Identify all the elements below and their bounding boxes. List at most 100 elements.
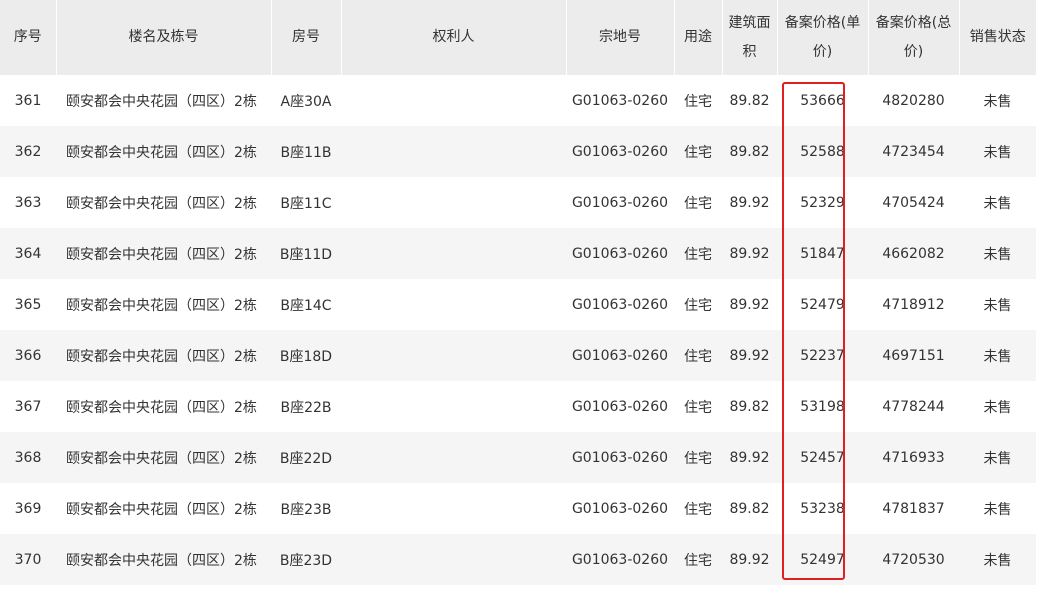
cell-unit-price: 52479 bbox=[777, 279, 868, 330]
cell-unit-price: 52497 bbox=[777, 534, 868, 585]
cell-building: 颐安都会中央花园（四区）2栋 bbox=[56, 228, 271, 279]
cell-index: 367 bbox=[0, 381, 56, 432]
cell-area: 89.82 bbox=[722, 483, 777, 534]
cell-room: B座23D bbox=[271, 534, 341, 585]
cell-usage: 住宅 bbox=[674, 177, 722, 228]
cell-area: 89.82 bbox=[722, 75, 777, 126]
cell-parcel: G01063-0260 bbox=[566, 330, 674, 381]
cell-area: 89.92 bbox=[722, 177, 777, 228]
cell-index: 362 bbox=[0, 126, 56, 177]
cell-room: B座22D bbox=[271, 432, 341, 483]
cell-total-price: 4720530 bbox=[868, 534, 959, 585]
cell-total-price: 4778244 bbox=[868, 381, 959, 432]
cell-usage: 住宅 bbox=[674, 75, 722, 126]
cell-unit-price: 53666 bbox=[777, 75, 868, 126]
cell-owner bbox=[341, 483, 566, 534]
cell-status: 未售 bbox=[959, 177, 1036, 228]
table-row: 368 颐安都会中央花园（四区）2栋 B座22D G01063-0260 住宅 … bbox=[0, 432, 1036, 483]
cell-building: 颐安都会中央花园（四区）2栋 bbox=[56, 75, 271, 126]
table-header: 序号 楼名及栋号 房号 权利人 宗地号 用途 建筑面积 备案价格(单价) 备案价… bbox=[0, 0, 1036, 75]
cell-room: A座30A bbox=[271, 75, 341, 126]
cell-usage: 住宅 bbox=[674, 534, 722, 585]
cell-parcel: G01063-0260 bbox=[566, 177, 674, 228]
cell-index: 368 bbox=[0, 432, 56, 483]
cell-unit-price: 52588 bbox=[777, 126, 868, 177]
cell-index: 361 bbox=[0, 75, 56, 126]
col-header-area: 建筑面积 bbox=[722, 0, 778, 75]
col-header-usage: 用途 bbox=[674, 0, 723, 75]
col-header-parcel: 宗地号 bbox=[566, 0, 675, 75]
cell-room: B座22B bbox=[271, 381, 341, 432]
cell-room: B座23B bbox=[271, 483, 341, 534]
cell-building: 颐安都会中央花园（四区）2栋 bbox=[56, 279, 271, 330]
cell-building: 颐安都会中央花园（四区）2栋 bbox=[56, 381, 271, 432]
cell-status: 未售 bbox=[959, 483, 1036, 534]
cell-room: B座11C bbox=[271, 177, 341, 228]
cell-status: 未售 bbox=[959, 279, 1036, 330]
cell-unit-price: 51847 bbox=[777, 228, 868, 279]
cell-room: B座14C bbox=[271, 279, 341, 330]
cell-parcel: G01063-0260 bbox=[566, 228, 674, 279]
cell-total-price: 4820280 bbox=[868, 75, 959, 126]
cell-room: B座11D bbox=[271, 228, 341, 279]
cell-unit-price: 52457 bbox=[777, 432, 868, 483]
cell-room: B座18D bbox=[271, 330, 341, 381]
table-row: 369 颐安都会中央花园（四区）2栋 B座23B G01063-0260 住宅 … bbox=[0, 483, 1036, 534]
cell-unit-price: 53198 bbox=[777, 381, 868, 432]
cell-total-price: 4723454 bbox=[868, 126, 959, 177]
cell-owner bbox=[341, 177, 566, 228]
cell-status: 未售 bbox=[959, 381, 1036, 432]
col-header-status: 销售状态 bbox=[959, 0, 1036, 75]
cell-building: 颐安都会中央花园（四区）2栋 bbox=[56, 432, 271, 483]
table-row: 361 颐安都会中央花园（四区）2栋 A座30A G01063-0260 住宅 … bbox=[0, 75, 1036, 126]
cell-parcel: G01063-0260 bbox=[566, 381, 674, 432]
cell-owner bbox=[341, 228, 566, 279]
cell-owner bbox=[341, 75, 566, 126]
cell-area: 89.92 bbox=[722, 330, 777, 381]
cell-unit-price: 52329 bbox=[777, 177, 868, 228]
cell-parcel: G01063-0260 bbox=[566, 75, 674, 126]
cell-owner bbox=[341, 534, 566, 585]
table-row: 370 颐安都会中央花园（四区）2栋 B座23D G01063-0260 住宅 … bbox=[0, 534, 1036, 585]
col-header-unit-price: 备案价格(单价) bbox=[777, 0, 869, 75]
header-row: 序号 楼名及栋号 房号 权利人 宗地号 用途 建筑面积 备案价格(单价) 备案价… bbox=[0, 0, 1036, 75]
cell-usage: 住宅 bbox=[674, 126, 722, 177]
cell-index: 370 bbox=[0, 534, 56, 585]
col-header-building: 楼名及栋号 bbox=[56, 0, 272, 75]
table-row: 363 颐安都会中央花园（四区）2栋 B座11C G01063-0260 住宅 … bbox=[0, 177, 1036, 228]
cell-index: 365 bbox=[0, 279, 56, 330]
cell-area: 89.92 bbox=[722, 432, 777, 483]
cell-area: 89.82 bbox=[722, 126, 777, 177]
table-row: 365 颐安都会中央花园（四区）2栋 B座14C G01063-0260 住宅 … bbox=[0, 279, 1036, 330]
cell-owner bbox=[341, 432, 566, 483]
cell-usage: 住宅 bbox=[674, 330, 722, 381]
cell-status: 未售 bbox=[959, 75, 1036, 126]
cell-building: 颐安都会中央花园（四区）2栋 bbox=[56, 126, 271, 177]
cell-usage: 住宅 bbox=[674, 432, 722, 483]
col-header-owner: 权利人 bbox=[341, 0, 567, 75]
cell-owner bbox=[341, 381, 566, 432]
cell-building: 颐安都会中央花园（四区）2栋 bbox=[56, 483, 271, 534]
cell-index: 366 bbox=[0, 330, 56, 381]
col-header-index: 序号 bbox=[0, 0, 57, 75]
cell-building: 颐安都会中央花园（四区）2栋 bbox=[56, 177, 271, 228]
cell-area: 89.92 bbox=[722, 228, 777, 279]
cell-unit-price: 53238 bbox=[777, 483, 868, 534]
cell-index: 363 bbox=[0, 177, 56, 228]
cell-total-price: 4718912 bbox=[868, 279, 959, 330]
table-body: 361 颐安都会中央花园（四区）2栋 A座30A G01063-0260 住宅 … bbox=[0, 75, 1036, 585]
col-header-room: 房号 bbox=[271, 0, 342, 75]
cell-total-price: 4705424 bbox=[868, 177, 959, 228]
cell-parcel: G01063-0260 bbox=[566, 432, 674, 483]
cell-owner bbox=[341, 126, 566, 177]
table-row: 367 颐安都会中央花园（四区）2栋 B座22B G01063-0260 住宅 … bbox=[0, 381, 1036, 432]
cell-total-price: 4716933 bbox=[868, 432, 959, 483]
cell-room: B座11B bbox=[271, 126, 341, 177]
cell-parcel: G01063-0260 bbox=[566, 483, 674, 534]
table-row: 366 颐安都会中央花园（四区）2栋 B座18D G01063-0260 住宅 … bbox=[0, 330, 1036, 381]
cell-area: 89.92 bbox=[722, 534, 777, 585]
cell-total-price: 4697151 bbox=[868, 330, 959, 381]
table-row: 362 颐安都会中央花园（四区）2栋 B座11B G01063-0260 住宅 … bbox=[0, 126, 1036, 177]
cell-owner bbox=[341, 330, 566, 381]
cell-total-price: 4662082 bbox=[868, 228, 959, 279]
